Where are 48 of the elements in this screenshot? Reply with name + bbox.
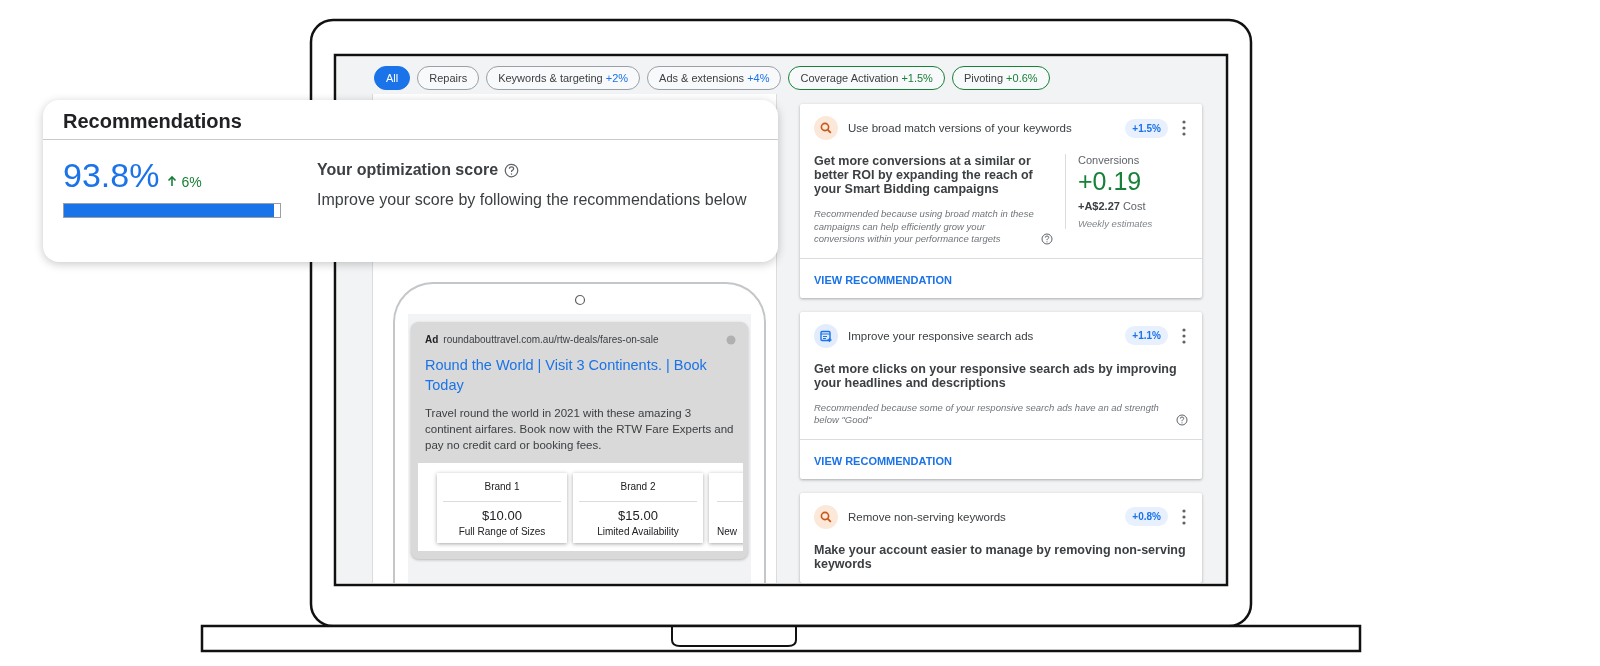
view-recommendation-link[interactable]: VIEW RECOMMENDATION [814, 454, 952, 467]
filter-chip[interactable]: Coverage Activation +1.5% [788, 66, 945, 90]
info-icon [726, 334, 736, 345]
recommendation-title: Remove non-serving keywords [848, 510, 1007, 523]
search-icon [814, 504, 838, 529]
ad-label: Ad [425, 334, 439, 345]
metric-value: +0.19 [1078, 167, 1143, 196]
filter-chip[interactable]: All [374, 66, 411, 90]
recommendation-headline: Make your account easier to manage by removing non-serving keywords [814, 542, 1187, 571]
cost-label: Cost [1122, 200, 1146, 212]
ad-url: roundabouttravel.com.au/rtw-deals/fares-on-sale [443, 334, 660, 345]
score-change: 6% [181, 174, 202, 190]
cost-value: +A$2.27 [1078, 200, 1120, 212]
filter-chip[interactable]: Ads & extensions +4% [647, 66, 782, 90]
recommendation-reason: Recommended because some of your responsive search ads have an ad strength below "Good" [814, 401, 1160, 427]
product-note: Limited Availability [596, 526, 680, 537]
filter-chip[interactable]: Keywords & targeting +2% [486, 66, 641, 90]
camera-icon [573, 294, 586, 306]
score-description: Improve your score by following the recommendations below [317, 191, 747, 209]
recommendation-title: Improve your responsive search ads [848, 329, 1035, 342]
product-price: $10.00 [481, 508, 523, 524]
up-arrow-icon [167, 175, 178, 187]
score-value: 93.8% [63, 156, 160, 195]
card-title: Recommendations [43, 100, 778, 140]
uplift-badge: +1.1% [1125, 326, 1168, 345]
uplift-badge: +0.8% [1125, 507, 1168, 526]
help-icon [504, 162, 520, 178]
recommendation-headline: Get more clicks on your responsive search ads by improving your headlines and descriptions [814, 361, 1178, 390]
ad-icon [814, 323, 838, 348]
estimate-note: Weekly estimates [1078, 218, 1154, 229]
filter-chip[interactable]: Repairs [417, 66, 480, 90]
help-icon [1041, 232, 1053, 245]
product-note: Full Range of Sizes [457, 526, 547, 537]
product-brand: Brand 1 [443, 481, 561, 502]
product-brand: Brand 2 [579, 481, 697, 502]
score-heading: Your optimization score [317, 161, 499, 179]
help-icon [1176, 413, 1188, 426]
uplift-badge: +1.5% [1125, 118, 1168, 138]
filter-chip[interactable]: Pivoting +0.6% [951, 66, 1050, 90]
recommendation-title: Use broad match versions of your keywords [848, 122, 1073, 134]
search-icon [814, 116, 838, 140]
product-note: New [717, 526, 738, 537]
metric-label: Conversions [1078, 154, 1141, 166]
recommendation-headline: Get more conversions at a similar or better ROI by expanding the reach of your Smart Bidding campaigns [814, 154, 1034, 196]
product-price: $15.00 [617, 508, 659, 524]
ad-description: Travel round the world in 2021 with these amazing 3 continent airfares. Book now with the RTW Fare Experts and pay no credit card or booking fees. [425, 406, 735, 453]
view-recommendation-link[interactable]: VIEW RECOMMENDATION [814, 273, 952, 286]
recommendation-reason: Recommended because using broad match in these campaigns can help efficiently grow your conversions within your performance targets [814, 208, 1035, 246]
